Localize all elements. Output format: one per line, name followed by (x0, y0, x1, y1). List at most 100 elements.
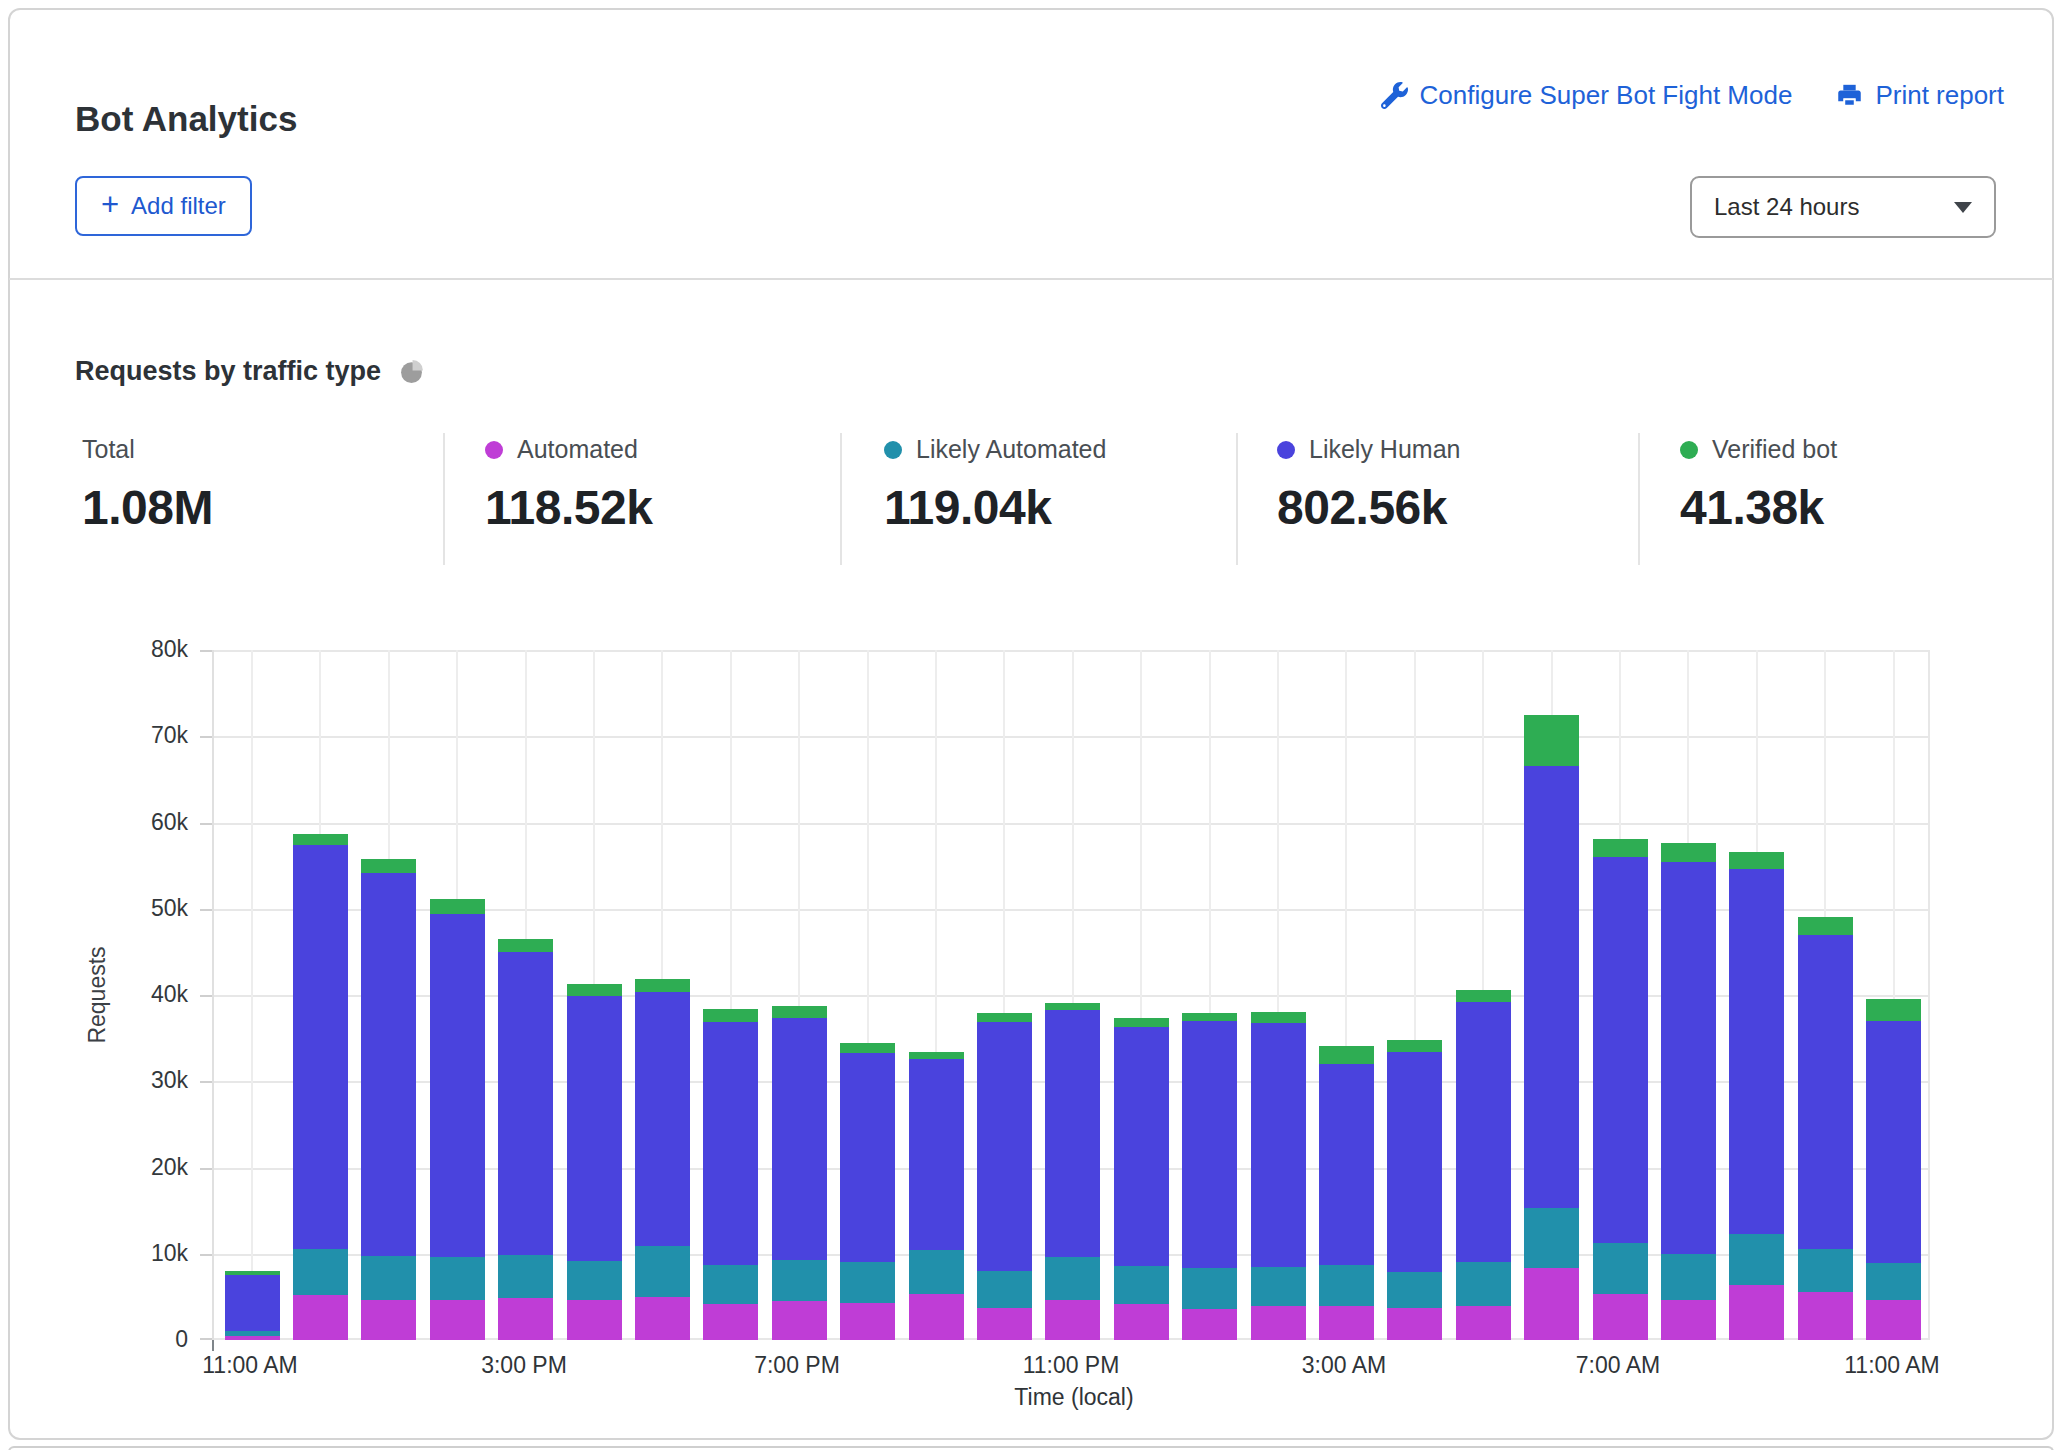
bar-1-00-am (1182, 650, 1237, 1340)
bar-10-00-pm (977, 650, 1032, 1340)
segment-likely-automated (293, 1249, 348, 1295)
segment-verified-bot (1182, 1013, 1237, 1021)
stat-value: 118.52k (485, 480, 652, 535)
segment-likely-human (293, 845, 348, 1250)
segment-automated (1182, 1309, 1237, 1340)
bar-9-00-am (1729, 650, 1784, 1340)
segment-automated (1524, 1268, 1579, 1341)
y-tick-mark (200, 1338, 212, 1340)
time-range-select[interactable]: Last 24 hours (1690, 176, 1996, 238)
segment-likely-automated (1866, 1263, 1921, 1300)
bar-3-00-pm (498, 650, 553, 1340)
bar-7-00-pm (772, 650, 827, 1340)
x-tick-label: 3:00 PM (481, 1352, 567, 1379)
segment-likely-human (1182, 1021, 1237, 1268)
y-tick-mark (200, 1168, 212, 1170)
configure-link-label: Configure Super Bot Fight Mode (1420, 78, 1793, 112)
header-links: Configure Super Bot Fight Mode Print rep… (1381, 78, 2004, 112)
segment-automated (430, 1300, 485, 1340)
add-filter-label: Add filter (131, 192, 226, 220)
segment-likely-human (1661, 862, 1716, 1254)
segment-likely-human (1387, 1052, 1442, 1272)
segment-likely-human (430, 914, 485, 1257)
y-tick-label: 30k (108, 1067, 188, 1094)
segment-automated (225, 1336, 280, 1340)
plus-icon: + (101, 187, 119, 223)
y-tick-label: 70k (108, 722, 188, 749)
configure-super-bot-fight-mode-link[interactable]: Configure Super Bot Fight Mode (1381, 78, 1793, 112)
bar-5-00-pm (635, 650, 690, 1340)
segment-likely-human (840, 1053, 895, 1263)
chevron-down-icon (1954, 202, 1972, 213)
segment-likely-automated (635, 1246, 690, 1297)
x-tick-label: 7:00 PM (754, 1352, 840, 1379)
segment-likely-human (772, 1018, 827, 1260)
stat-value: 41.38k (1680, 480, 1837, 535)
segment-automated (1114, 1304, 1169, 1340)
segment-automated (909, 1294, 964, 1340)
segment-verified-bot (430, 899, 485, 914)
print-link-label: Print report (1875, 78, 2004, 112)
segment-automated (977, 1308, 1032, 1340)
segment-likely-automated (1456, 1262, 1511, 1306)
stat-value: 802.56k (1277, 480, 1460, 535)
bar-10-00-am (1798, 650, 1853, 1340)
segment-likely-human (1251, 1023, 1306, 1267)
legend-dot (485, 441, 503, 459)
segment-automated (1661, 1300, 1716, 1341)
bar-11-00-am (225, 650, 280, 1340)
segment-likely-automated (840, 1262, 895, 1303)
segment-likely-automated (1661, 1254, 1716, 1300)
segment-automated (1319, 1306, 1374, 1340)
segment-automated (1798, 1292, 1853, 1340)
segment-verified-bot (1387, 1040, 1442, 1052)
segment-automated (1045, 1300, 1100, 1341)
bar-5-00-am (1456, 650, 1511, 1340)
segment-likely-human (909, 1059, 964, 1251)
segment-likely-automated (1387, 1272, 1442, 1308)
segment-likely-human (567, 996, 622, 1261)
segment-verified-bot (1319, 1046, 1374, 1064)
segment-likely-human (1114, 1027, 1169, 1266)
segment-likely-automated (1319, 1265, 1374, 1306)
segment-verified-bot (977, 1013, 1032, 1022)
y-tick-mark (200, 995, 212, 997)
segment-likely-human (635, 992, 690, 1246)
y-tick-mark (200, 736, 212, 738)
segment-verified-bot (293, 834, 348, 845)
segment-likely-automated (703, 1265, 758, 1304)
segment-likely-automated (1114, 1266, 1169, 1304)
bar-3-00-am (1319, 650, 1374, 1340)
stat-divider (840, 433, 842, 565)
y-tick-label: 60k (108, 809, 188, 836)
add-filter-button[interactable]: + Add filter (75, 176, 252, 236)
segment-verified-bot (1251, 1012, 1306, 1022)
y-tick-label: 80k (108, 636, 188, 663)
stat-label: Automated (517, 434, 638, 465)
print-report-link[interactable]: Print report (1836, 78, 2004, 112)
segment-likely-automated (361, 1256, 416, 1300)
y-tick-label: 0 (108, 1326, 188, 1353)
y-tick-mark (200, 650, 212, 652)
stat-likely-automated: Likely Automated119.04k (884, 434, 1106, 535)
stat-label: Total (82, 434, 135, 465)
segment-likely-human (977, 1022, 1032, 1271)
legend-dot (884, 441, 902, 459)
stat-label: Verified bot (1712, 434, 1837, 465)
segment-likely-human (1798, 935, 1853, 1249)
bar-4-00-pm (567, 650, 622, 1340)
x-tick-label: 7:00 AM (1576, 1352, 1660, 1379)
segment-likely-human (1524, 766, 1579, 1209)
segment-automated (1387, 1308, 1442, 1340)
segment-verified-bot (1593, 839, 1648, 857)
x-tick-label: 11:00 PM (1023, 1352, 1120, 1379)
segment-automated (1456, 1306, 1511, 1340)
segment-verified-bot (1045, 1003, 1100, 1010)
plot-area (212, 650, 1930, 1340)
stat-total: Total1.08M (82, 434, 213, 535)
segment-verified-bot (1114, 1018, 1169, 1027)
bar-9-00-pm (909, 650, 964, 1340)
stat-value: 119.04k (884, 480, 1106, 535)
segment-likely-automated (1182, 1268, 1237, 1309)
segment-verified-bot (1798, 917, 1853, 935)
